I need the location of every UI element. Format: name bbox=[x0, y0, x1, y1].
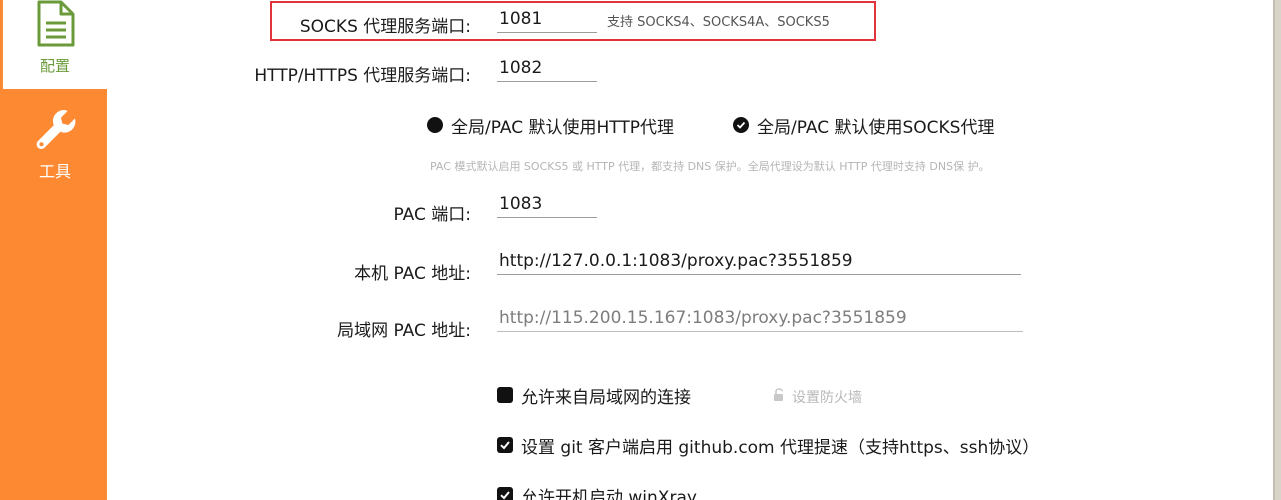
sidebar-item-tools[interactable]: 工具 bbox=[3, 89, 107, 194]
git-proxy-label: 设置 git 客户端启用 github.com 代理提速（支持https、ssh… bbox=[521, 437, 1040, 458]
socks-port-input[interactable]: 1081 bbox=[497, 7, 597, 33]
local-pac-field[interactable]: http://127.0.0.1:1083/proxy.pac?3551859 bbox=[497, 249, 1021, 275]
window-right-edge-line bbox=[1273, 0, 1275, 500]
allow-lan-label: 允许来自局域网的连接 bbox=[521, 387, 691, 408]
http-port-input[interactable]: 1082 bbox=[497, 56, 597, 82]
sidebar-item-config[interactable]: 配置 bbox=[3, 0, 107, 89]
wrench-icon bbox=[34, 107, 78, 155]
radio-default-socks[interactable]: 全局/PAC 默认使用SOCKS代理 bbox=[733, 113, 995, 138]
radio-default-http[interactable]: 全局/PAC 默认使用HTTP代理 bbox=[427, 113, 675, 138]
socks-port-label: SOCKS 代理服务端口: bbox=[299, 17, 471, 37]
lan-pac-field[interactable]: http://115.200.15.167:1083/proxy.pac?355… bbox=[497, 306, 1023, 332]
sidebar-item-config-label: 配置 bbox=[39, 57, 70, 75]
radio-default-socks-label: 全局/PAC 默认使用SOCKS代理 bbox=[757, 117, 995, 138]
sidebar: 配置 工具 bbox=[0, 0, 107, 500]
window-right-edge bbox=[1273, 0, 1281, 500]
autostart-checkbox[interactable]: 允许开机启动 winXray bbox=[497, 483, 697, 500]
git-proxy-checkbox[interactable]: 设置 git 客户端启用 github.com 代理提速（支持https、ssh… bbox=[497, 433, 1040, 458]
check-circle-icon bbox=[733, 117, 749, 133]
firewall-button[interactable]: 设置防火墙 bbox=[772, 387, 862, 407]
radio-default-http-label: 全局/PAC 默认使用HTTP代理 bbox=[451, 117, 675, 138]
checkbox-unchecked-icon bbox=[497, 387, 513, 403]
local-pac-label: 本机 PAC 地址: bbox=[354, 264, 471, 284]
firewall-label: 设置防火墙 bbox=[792, 390, 862, 406]
socks-port-hint: 支持 SOCKS4、SOCKS4A、SOCKS5 bbox=[607, 15, 830, 30]
allow-lan-checkbox[interactable]: 允许来自局域网的连接 bbox=[497, 383, 691, 408]
sidebar-background bbox=[0, 194, 107, 500]
pac-port-label: PAC 端口: bbox=[393, 205, 472, 225]
radio-selected-icon bbox=[427, 117, 443, 133]
pac-port-input[interactable]: 1083 bbox=[497, 192, 597, 218]
checkbox-checked-icon bbox=[497, 437, 513, 453]
pac-mode-note: PAC 模式默认启用 SOCKS5 或 HTTP 代理，都支持 DNS 保护。全… bbox=[430, 160, 990, 173]
checkbox-checked-icon bbox=[497, 487, 513, 500]
lan-pac-label: 局域网 PAC 地址: bbox=[337, 321, 471, 341]
document-icon bbox=[36, 0, 76, 52]
sidebar-item-tools-label: 工具 bbox=[38, 162, 71, 181]
lock-icon bbox=[772, 388, 786, 406]
http-port-label: HTTP/HTTPS 代理服务端口: bbox=[254, 66, 471, 86]
autostart-label: 允许开机启动 winXray bbox=[521, 487, 697, 500]
